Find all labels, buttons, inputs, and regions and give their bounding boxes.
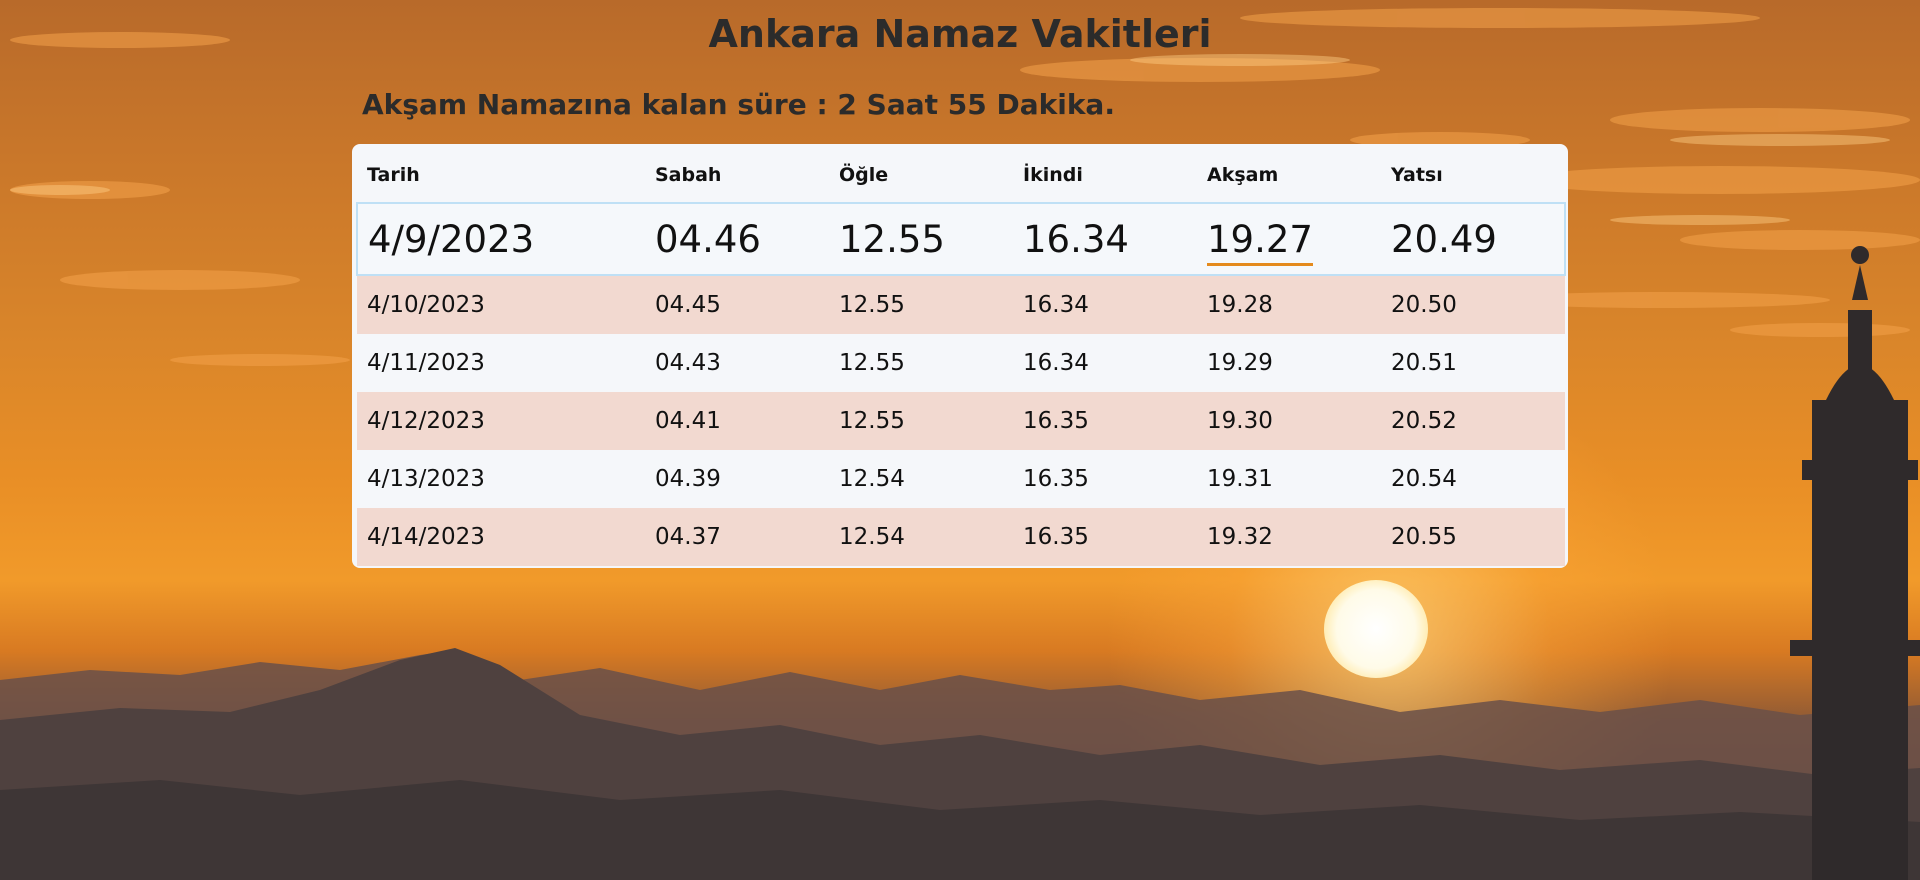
- table-row: 4/11/2023 04.43 12.55 16.34 19.29 20.51: [357, 334, 1565, 392]
- header-yatsi: Yatsı: [1391, 164, 1443, 186]
- cell-aksam: 19.31: [1197, 450, 1381, 508]
- cell-ikindi: 16.35: [1013, 392, 1197, 450]
- cell-date: 4/10/2023: [357, 275, 645, 334]
- cell-ikindi: 16.35: [1013, 508, 1197, 566]
- header-aksam: Akşam: [1207, 164, 1279, 186]
- table-row: 4/13/2023 04.39 12.54 16.35 19.31 20.54: [357, 450, 1565, 508]
- cell-yatsi: 20.51: [1381, 334, 1565, 392]
- cell-sabah: 04.37: [645, 508, 829, 566]
- cell-yatsi: 20.55: [1381, 508, 1565, 566]
- cell-aksam: 19.27: [1197, 202, 1381, 276]
- cell-ogle: 12.55: [829, 392, 1013, 450]
- cell-ogle: 12.54: [829, 450, 1013, 508]
- next-prayer-time: 19.27: [1207, 217, 1313, 266]
- cell-ikindi: 16.34: [1013, 202, 1197, 276]
- header-ogle: Öğle: [839, 164, 889, 186]
- cell-sabah: 04.43: [645, 334, 829, 392]
- table-row-today: 4/9/2023 04.46 12.55 16.34 19.27 20.49: [356, 202, 1566, 276]
- cell-aksam: 19.28: [1197, 275, 1381, 334]
- table-row: 4/12/2023 04.41 12.55 16.35 19.30 20.52: [357, 392, 1565, 450]
- header-tarih: Tarih: [367, 164, 420, 186]
- cell-date: 4/12/2023: [357, 392, 645, 450]
- cell-aksam: 19.32: [1197, 508, 1381, 566]
- cell-sabah: 04.45: [645, 275, 829, 334]
- cell-date: 4/9/2023: [356, 202, 645, 276]
- countdown-text: Akşam Namazına kalan süre : 2 Saat 55 Da…: [362, 88, 1115, 121]
- cell-ogle: 12.55: [829, 202, 1013, 276]
- cell-aksam: 19.29: [1197, 334, 1381, 392]
- cell-date: 4/11/2023: [357, 334, 645, 392]
- cell-date: 4/13/2023: [357, 450, 645, 508]
- cell-ogle: 12.55: [829, 275, 1013, 334]
- table-header-row: Tarih Sabah Öğle İkindi Akşam Yatsı: [357, 148, 1565, 203]
- prayer-times-card: Tarih Sabah Öğle İkindi Akşam Yatsı 4/9/…: [352, 144, 1568, 568]
- cell-date: 4/14/2023: [357, 508, 645, 566]
- cell-sabah: 04.46: [645, 202, 829, 276]
- background-scene: Ankara Namaz Vakitleri Akşam Namazına ka…: [0, 0, 1920, 880]
- cell-ogle: 12.54: [829, 508, 1013, 566]
- cell-yatsi: 20.50: [1381, 275, 1565, 334]
- cell-ikindi: 16.34: [1013, 334, 1197, 392]
- table-row: 4/14/2023 04.37 12.54 16.35 19.32 20.55: [357, 508, 1565, 566]
- prayer-times-table: Tarih Sabah Öğle İkindi Akşam Yatsı 4/9/…: [356, 148, 1566, 566]
- cell-yatsi: 20.52: [1381, 392, 1565, 450]
- cell-yatsi: 20.49: [1381, 202, 1566, 276]
- cell-ikindi: 16.34: [1013, 275, 1197, 334]
- cell-yatsi: 20.54: [1381, 450, 1565, 508]
- cell-sabah: 04.41: [645, 392, 829, 450]
- header-sabah: Sabah: [655, 164, 722, 186]
- table-row: 4/10/2023 04.45 12.55 16.34 19.28 20.50: [357, 275, 1565, 334]
- cell-sabah: 04.39: [645, 450, 829, 508]
- cell-ogle: 12.55: [829, 334, 1013, 392]
- page-title: Ankara Namaz Vakitleri: [708, 12, 1212, 56]
- header-ikindi: İkindi: [1023, 164, 1083, 186]
- cell-aksam: 19.30: [1197, 392, 1381, 450]
- cell-ikindi: 16.35: [1013, 450, 1197, 508]
